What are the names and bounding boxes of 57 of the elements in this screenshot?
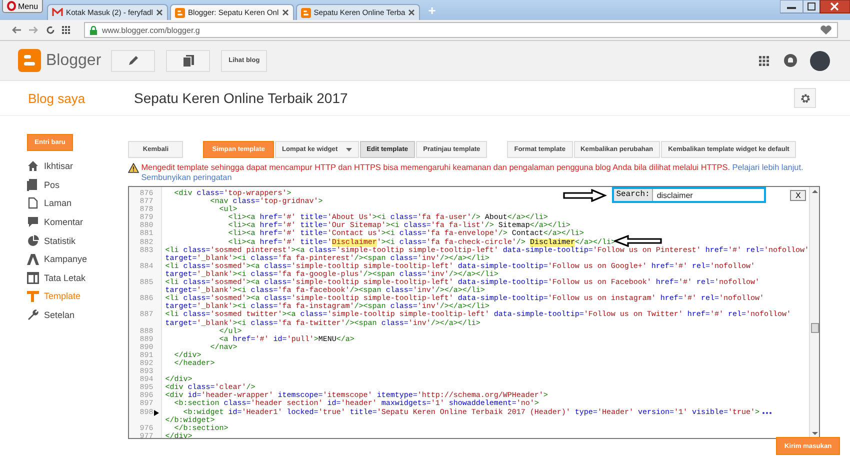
mail-icon [52,8,64,17]
hide-warning-link[interactable]: Sembunyikan peringatan [141,173,820,183]
pie-icon [27,234,39,247]
sidebar-item[interactable]: Ikhtisar [27,157,128,176]
sidebar-item[interactable]: Laman [27,194,128,213]
sidebar-item[interactable]: Statistik [27,231,128,250]
close-icon[interactable] [156,9,163,16]
fold-triangle-icon[interactable] [154,410,160,416]
notification-icon[interactable] [784,54,797,67]
learn-more-link[interactable]: Pelajari lebih lanjut. [732,163,804,172]
folded-ellipsis-icon[interactable] [762,410,772,415]
section-title: Blog saya [28,90,86,106]
settings-button[interactable] [794,88,816,108]
menu-button[interactable]: Menu [2,0,44,13]
caret-icon [346,148,352,152]
warning-message: Mengedit template sehingga dapat mencampur HTTP dan HTTPS bisa memengaruhi keamanan dan pengalaman pengguna blog Anda bila dilihat melalui HTTPS. Pelajari lebih lanjut. [141,163,804,173]
apps-grid-icon[interactable] [759,56,769,66]
heart-icon[interactable] [820,25,832,35]
search-field[interactable]: Search: disclaimer [612,187,766,203]
close-icon[interactable] [408,9,416,16]
annotation-arrow [563,189,608,202]
pencil-icon [128,55,139,66]
sidebar-item[interactable]: Setelan [27,306,128,324]
blogger-logo-icon [174,8,185,18]
campaign-icon [27,253,39,266]
warning-icon [128,163,140,173]
close-search-button[interactable]: X [790,190,806,201]
scroll-up-icon[interactable] [812,189,818,194]
wrench-icon [27,309,39,322]
new-post-button[interactable] [111,50,156,72]
close-icon[interactable] [282,9,289,16]
sidebar-item[interactable]: Komentar [27,212,128,232]
posts-button[interactable] [166,50,210,72]
home-icon [27,160,39,172]
template-icon [27,290,39,302]
settings-icon [800,92,810,104]
address-bar[interactable]: www.blogger.com/blogger.g [84,22,838,38]
annotation-arrow [614,235,662,247]
sidebar-item[interactable]: Kampanye [27,250,128,269]
layout-icon [27,272,39,284]
brand-name: Blogger [46,52,102,70]
scrollbar-thumb[interactable] [810,322,818,332]
sidebar-item[interactable]: Pos [27,176,128,194]
avatar[interactable] [810,50,830,70]
comment-icon [27,216,39,228]
opera-logo-icon [7,1,16,11]
blogger-logo-icon [18,49,41,72]
posts-icon [27,178,39,191]
blogger-logo-icon [300,8,311,18]
blog-title: Sepatu Keren Online Terbaik 2017 [134,90,348,106]
scrollbar[interactable] [809,187,819,438]
lock-icon [90,26,97,34]
navigation-icons[interactable] [12,25,72,35]
sidebar-item[interactable]: Tata Letak [27,268,128,288]
window-controls-icon[interactable] [780,0,850,14]
page-icon [27,197,39,210]
documents-icon [182,54,194,66]
